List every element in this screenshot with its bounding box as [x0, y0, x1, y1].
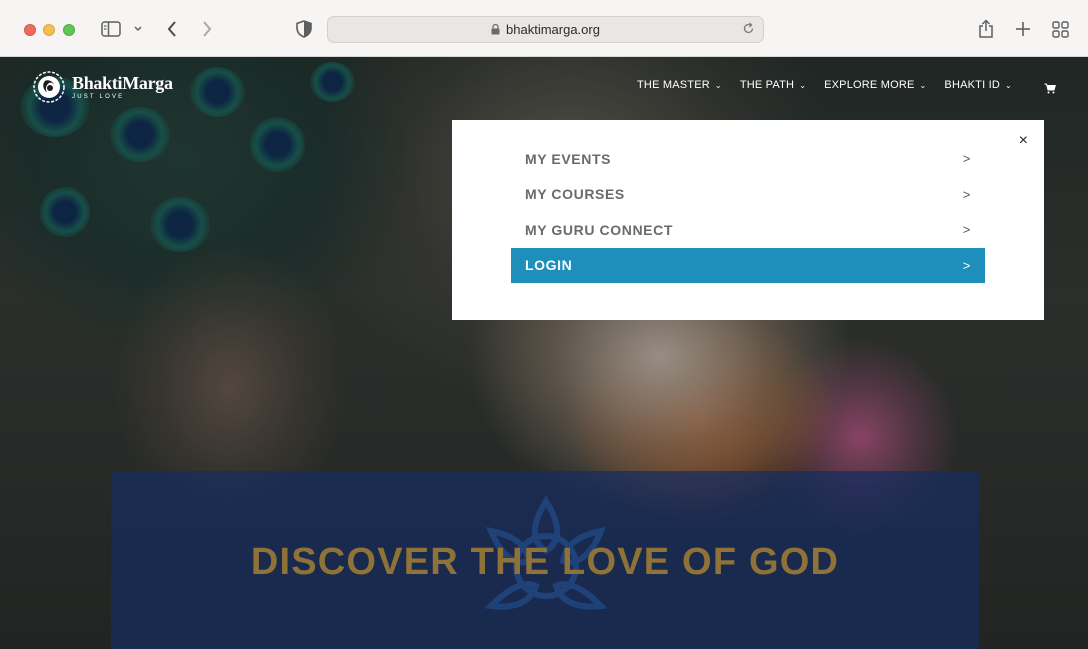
chevron-down-icon: ⌄ [919, 80, 927, 90]
menu-item-login[interactable]: LOGIN > [511, 247, 985, 283]
menu-item-label: MY COURSES [525, 186, 625, 203]
logo-tagline: JUST LOVE [72, 94, 125, 100]
url-text: bhaktimarga.org [506, 22, 600, 37]
privacy-shield-icon[interactable] [294, 18, 314, 40]
nav-item-label: EXPLORE MORE [824, 79, 915, 91]
address-bar[interactable]: bhaktimarga.org [327, 16, 764, 43]
reload-icon[interactable] [742, 22, 755, 38]
nav-item-the-path[interactable]: THE PATH ⌄ [740, 79, 806, 91]
menu-item-label: MY EVENTS [525, 150, 612, 167]
forward-icon[interactable] [198, 18, 216, 40]
menu-item-my-courses[interactable]: MY COURSES > [511, 177, 985, 213]
menu-item-label: LOGIN [525, 257, 573, 274]
chevron-down-icon[interactable] [132, 18, 144, 40]
chevron-down-icon: ⌄ [714, 80, 722, 90]
chevron-down-icon: ⌄ [1005, 80, 1012, 90]
hero-banner: DISCOVER THE LOVE OF GOD [111, 471, 979, 649]
back-icon[interactable] [163, 18, 181, 40]
share-icon[interactable] [976, 18, 996, 40]
browser-toolbar: bhaktimarga.org [0, 0, 1088, 57]
menu-item-label: MY GURU CONNECT [525, 221, 673, 238]
sidebar-toggle-icon[interactable] [100, 18, 122, 40]
menu-item-my-guru-connect[interactable]: MY GURU CONNECT > [511, 212, 985, 248]
nav-item-label: THE PATH [739, 79, 795, 91]
nav-item-the-master[interactable]: THE MASTER ⌄ [637, 79, 722, 91]
nav-item-label: THE MASTER [637, 79, 710, 91]
tab-overview-icon[interactable] [1050, 18, 1070, 40]
zoom-window-button[interactable] [63, 24, 75, 36]
minimize-window-button[interactable] [43, 24, 55, 36]
main-nav: THE MASTER ⌄ THE PATH ⌄ EXPLORE MORE ⌄ B… [637, 79, 1030, 91]
nav-item-bhakti-id[interactable]: BHAKTI ID ⌄ [944, 79, 1012, 91]
nav-item-label: BHAKTI ID [944, 79, 1001, 91]
chevron-down-icon: ⌄ [799, 80, 807, 90]
arrow-right-icon: > [962, 222, 971, 238]
logo-name: BhaktiMarga [72, 73, 173, 93]
arrow-right-icon: > [962, 151, 971, 167]
bhakti-id-dropdown: × MY EVENTS > MY COURSES > MY GURU CONNE… [452, 120, 1044, 320]
close-window-button[interactable] [24, 24, 36, 36]
dropdown-menu: MY EVENTS > MY COURSES > MY GURU CONNECT… [511, 141, 985, 283]
site-logo[interactable]: BhaktiMarga JUST LOVE [32, 70, 173, 104]
nav-item-explore-more[interactable]: EXPLORE MORE ⌄ [824, 79, 926, 91]
arrow-right-icon: > [962, 186, 971, 202]
logo-mark-icon [33, 71, 65, 103]
web-page: BhaktiMarga JUST LOVE THE MASTER ⌄ THE P… [0, 57, 1088, 649]
new-tab-icon[interactable] [1013, 18, 1033, 40]
menu-item-my-events[interactable]: MY EVENTS > [511, 141, 985, 177]
hero-title: DISCOVER THE LOVE OF GOD [250, 541, 840, 583]
cart-icon[interactable] [1044, 81, 1056, 99]
arrow-right-icon: > [962, 257, 971, 273]
close-icon[interactable]: × [1019, 133, 1028, 149]
lock-icon [491, 24, 500, 35]
